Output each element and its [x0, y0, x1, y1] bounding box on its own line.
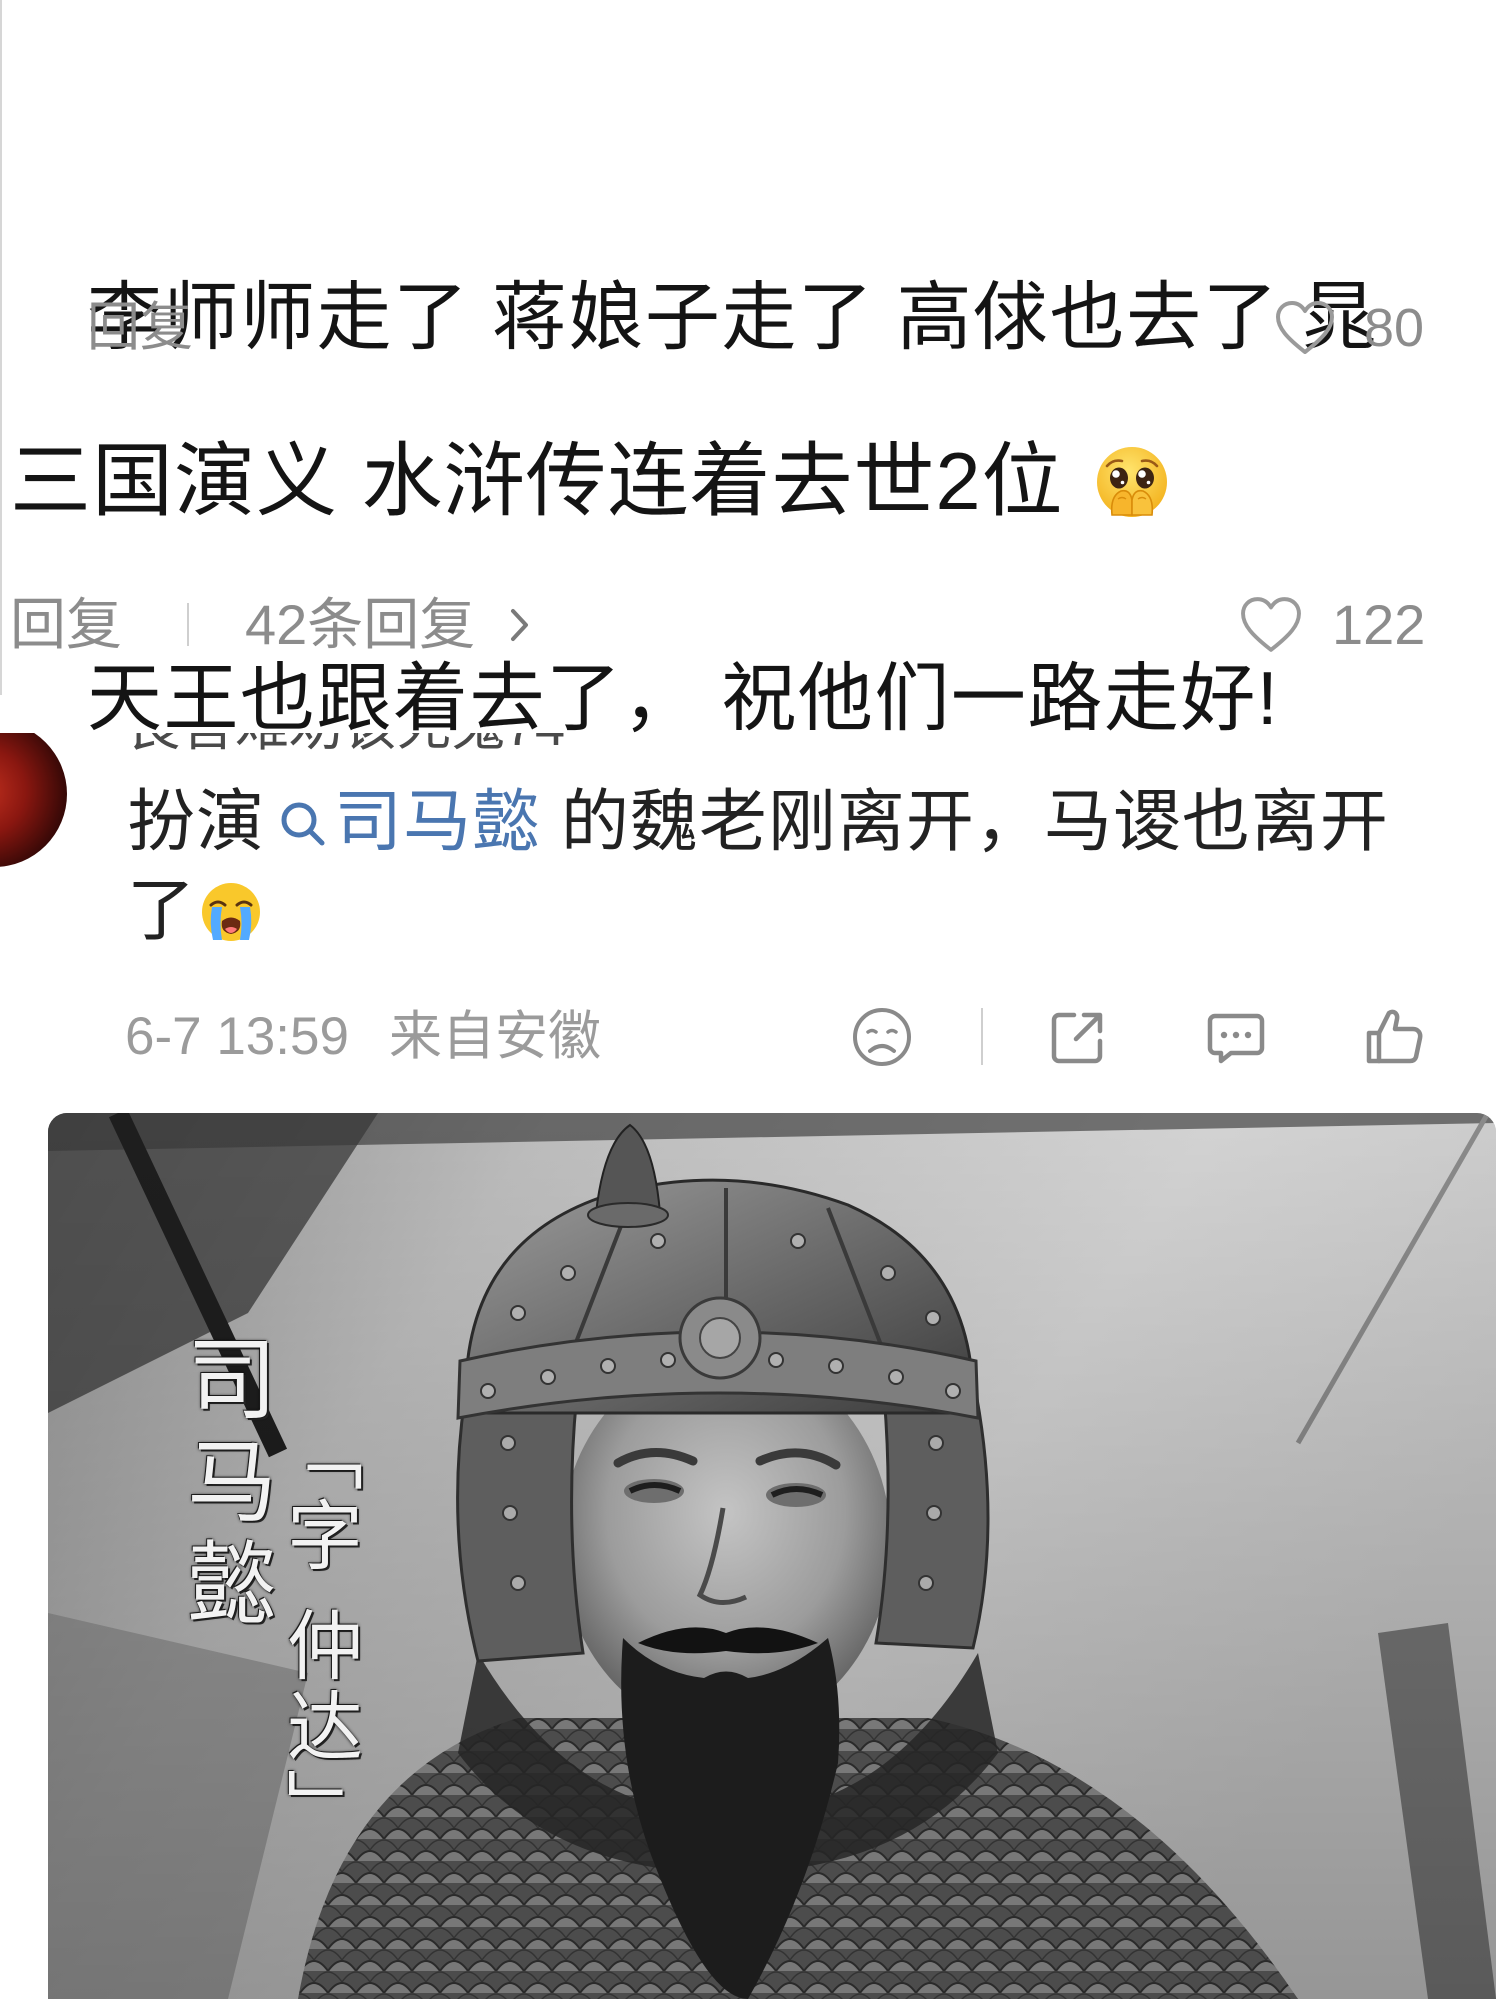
view-replies-link[interactable]: 42条回复	[245, 597, 475, 653]
emoji-face	[202, 882, 261, 941]
post-text-suffix: 的魏老刚离开，马谡也离开	[541, 784, 1389, 860]
loudly-crying-face-emoji	[202, 882, 261, 941]
avatar[interactable]	[0, 733, 67, 867]
comment-2-text: 三国演义 水浒传连着去世2位	[10, 432, 1170, 532]
post-photo[interactable]: 司马懿 「字 仲达」	[48, 1113, 1496, 1999]
post-text-line-1: 扮演 司马懿 的魏老刚离开，马谡也离开	[127, 778, 1389, 867]
pleading-face-hands-over-mouth-emoji	[1096, 447, 1167, 517]
reply-button[interactable]: 回复	[10, 597, 122, 653]
post-text-line-2: 了	[127, 867, 262, 956]
thumbs-up-icon[interactable]	[1361, 1005, 1425, 1069]
post-text-prefix: 扮演	[127, 784, 266, 860]
like-count: 80	[1364, 298, 1425, 358]
heart-outline-icon	[1276, 301, 1334, 354]
photo-caption-courtesy-name: 「字 仲达」	[274, 1415, 363, 1850]
comment-icon[interactable]	[1204, 1005, 1268, 1069]
sad-face-icon[interactable]	[850, 1005, 914, 1069]
left-edge-border	[0, 0, 2, 695]
post-time: 6-7 13:59	[125, 1007, 349, 1066]
reply-button[interactable]: 回复	[87, 301, 193, 355]
photo-caption-name: 司马懿	[171, 1332, 276, 1638]
share-icon[interactable]	[1046, 1005, 1110, 1069]
comment-text-line: 李师师走了 蒋娘子走了 高俅也去了 晁	[87, 275, 1379, 359]
post-text-continuation: 了	[127, 873, 197, 949]
like-button[interactable]: 80	[1275, 299, 1424, 357]
comment-text: 三国演义 水浒传连着去世2位	[10, 437, 1064, 527]
like-count: 122	[1332, 593, 1426, 656]
action-divider	[981, 1008, 983, 1065]
post-source: 来自安徽	[389, 1007, 601, 1066]
chevron-right-icon[interactable]	[509, 607, 531, 643]
topic-link[interactable]: 司马懿	[334, 778, 541, 867]
heart-outline-icon	[1241, 597, 1301, 652]
reply-divider	[187, 603, 189, 646]
username[interactable]: 良言难劝该死鬼74	[127, 733, 565, 754]
like-button[interactable]: 122	[1239, 596, 1425, 654]
search-icon[interactable]	[275, 795, 330, 850]
